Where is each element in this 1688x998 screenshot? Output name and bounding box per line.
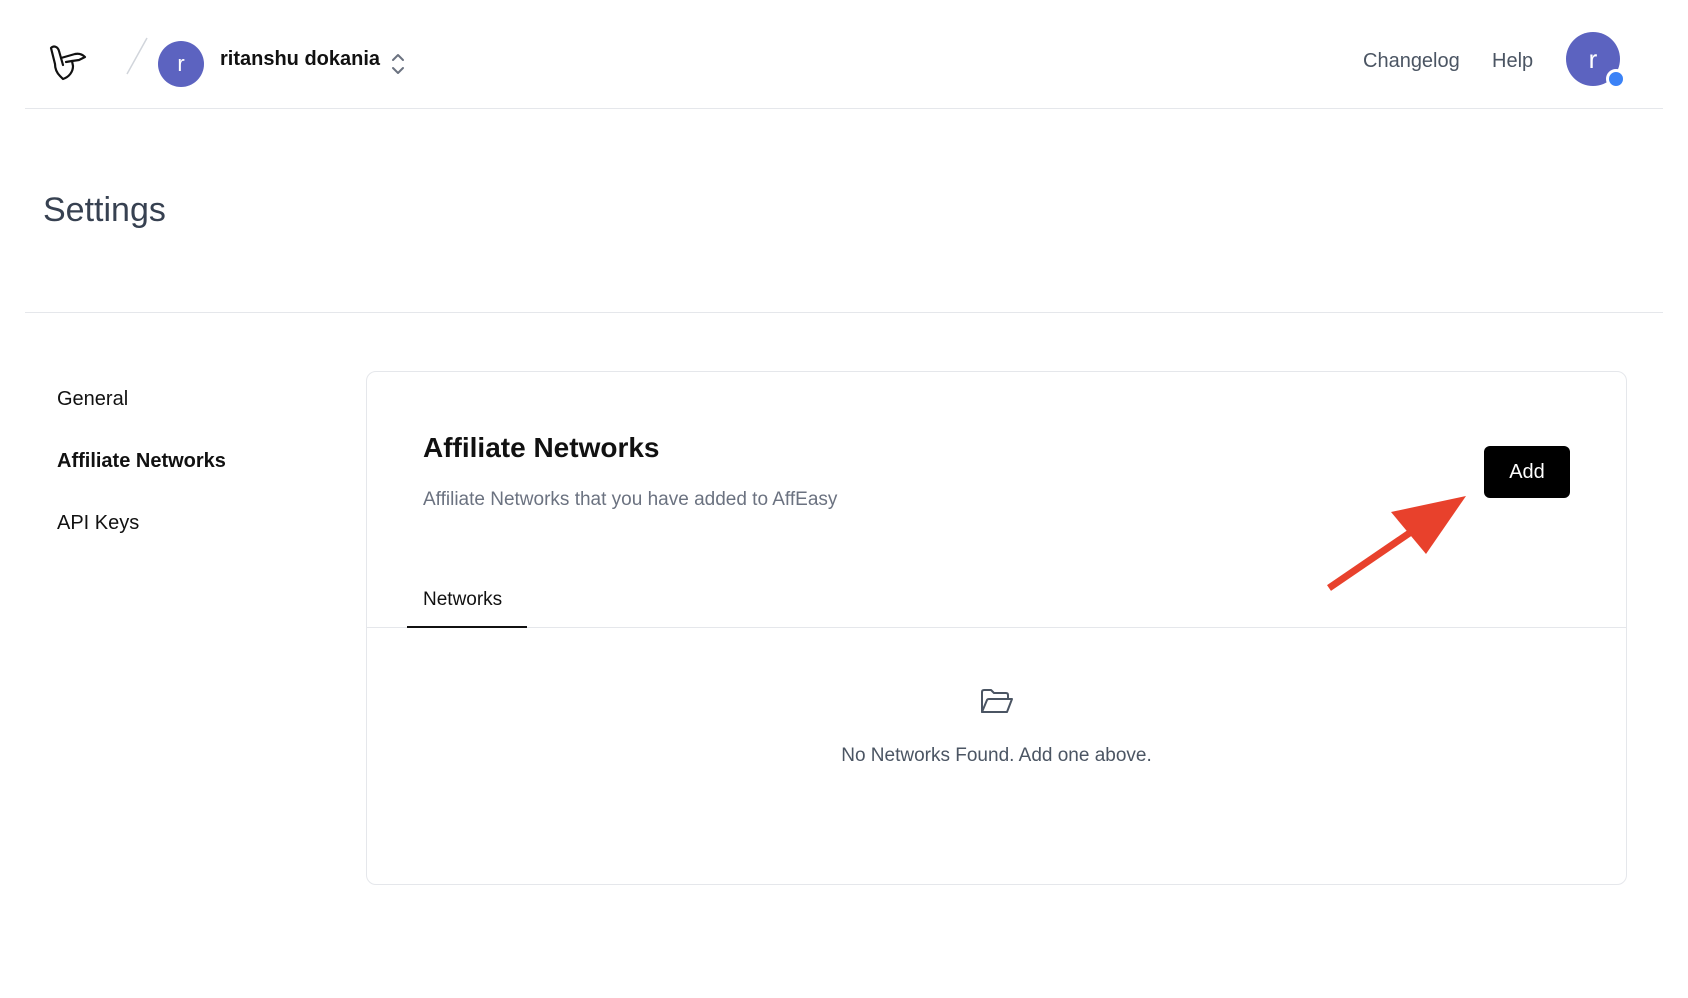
page-title: Settings (43, 191, 166, 229)
org-name[interactable]: ritanshu dokania (220, 48, 380, 71)
help-link[interactable]: Help (1492, 50, 1533, 73)
add-network-button[interactable]: Add (1484, 446, 1570, 498)
breadcrumb-separator-icon (126, 37, 148, 75)
sidebar-item-api-keys[interactable]: API Keys (57, 512, 139, 535)
sidebar-item-general[interactable]: General (57, 388, 128, 411)
chevron-up-down-icon[interactable] (389, 51, 407, 77)
empty-state-message: No Networks Found. Add one above. (841, 745, 1152, 766)
card-title: Affiliate Networks (423, 432, 660, 463)
folder-open-icon (981, 689, 1013, 713)
page-title-section: Settings (25, 109, 1663, 313)
sidebar-item-affiliate-networks[interactable]: Affiliate Networks (57, 450, 226, 473)
org-avatar[interactable]: r (158, 41, 204, 87)
tab-networks[interactable]: Networks (407, 581, 527, 628)
red-arrow-icon (1327, 496, 1466, 591)
online-status-badge (1606, 69, 1626, 89)
affiliate-networks-card: Affiliate Networks Affiliate Networks th… (366, 371, 1627, 885)
tab-networks-label: Networks (423, 589, 503, 610)
card-subtitle: Affiliate Networks that you have added t… (423, 489, 838, 510)
shaka-hand-logo-icon[interactable] (47, 42, 91, 82)
settings-page: r ritanshu dokania Changelog Help r Sett… (0, 0, 1688, 998)
changelog-link[interactable]: Changelog (1363, 50, 1460, 73)
top-navigation-bar: r ritanshu dokania Changelog Help r (25, 0, 1663, 109)
tabs-divider (367, 627, 1626, 628)
